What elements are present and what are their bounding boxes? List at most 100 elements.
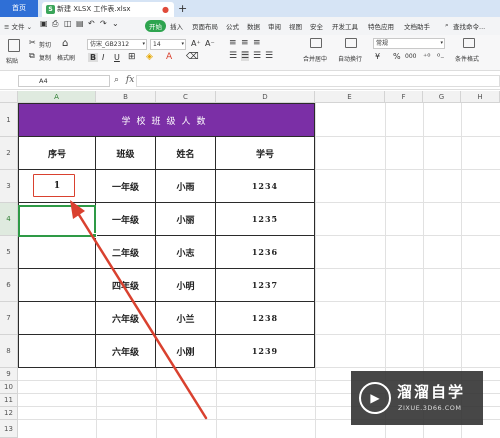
header-cell-student-id[interactable]: 学号 — [216, 137, 315, 170]
increase-font-icon[interactable]: A⁺ — [191, 39, 201, 48]
fill-color-icon[interactable]: ◈ — [146, 52, 153, 62]
border-icon[interactable]: ⊞ — [128, 52, 136, 62]
row-header-3[interactable]: 3 — [0, 170, 18, 203]
font-color-icon[interactable]: A — [166, 52, 172, 62]
preview-icon[interactable]: ◫ — [64, 19, 72, 28]
table-cell[interactable]: 小雨 — [156, 170, 216, 203]
table-cell[interactable]: 小兰 — [156, 302, 216, 335]
name-box[interactable]: A4 — [18, 75, 110, 87]
table-cell[interactable]: 1236 — [216, 236, 315, 269]
print-icon[interactable]: ⎙ — [52, 19, 58, 29]
document-tab[interactable]: S 新建 XLSX 工作表.xlsx ● — [42, 2, 174, 17]
search-icon[interactable]: ⌕ — [445, 21, 449, 30]
column-header-d[interactable]: D — [216, 91, 315, 103]
menu-item-page-layout[interactable]: 页面布局 — [192, 21, 218, 31]
row-header-10[interactable]: 10 — [0, 381, 18, 394]
copy-button[interactable]: 复制 — [39, 53, 51, 62]
menu-item-home[interactable]: 开始 — [145, 20, 166, 32]
row-header-2[interactable]: 2 — [0, 137, 18, 170]
underline-button[interactable]: U — [114, 53, 120, 62]
wrap-text-icon[interactable] — [345, 38, 357, 48]
table-cell[interactable]: 小丽 — [156, 203, 216, 236]
table-cell[interactable]: 六年级 — [96, 335, 156, 368]
table-cell[interactable]: 二年级 — [96, 236, 156, 269]
menu-item-features[interactable]: 特色应用 — [368, 21, 394, 31]
column-header-g[interactable]: G — [423, 91, 461, 103]
table-cell[interactable]: 1235 — [216, 203, 315, 236]
table-cell[interactable] — [18, 302, 96, 335]
table-cell[interactable]: 1234 — [216, 170, 315, 203]
export-icon[interactable]: ▤ — [76, 19, 84, 28]
undo-icon[interactable]: ↶ — [88, 19, 95, 28]
cut-button[interactable]: 剪切 — [39, 40, 51, 49]
decrease-font-icon[interactable]: A⁻ — [205, 39, 215, 48]
home-tab[interactable]: 首页 — [0, 0, 38, 17]
table-cell[interactable] — [18, 269, 96, 302]
active-cell-selection[interactable] — [18, 205, 97, 238]
header-cell-index[interactable]: 序号 — [18, 137, 96, 170]
menu-item-review[interactable]: 审阅 — [268, 21, 281, 31]
menu-item-developer[interactable]: 开发工具 — [332, 21, 358, 31]
table-title-cell[interactable]: 学校班级人数 — [18, 103, 315, 137]
wrap-text-button[interactable]: 自动换行 — [338, 54, 362, 63]
row-header-1[interactable]: 1 — [0, 103, 18, 137]
row-header-5[interactable]: 5 — [0, 236, 18, 269]
row-header-6[interactable]: 6 — [0, 269, 18, 302]
command-search[interactable]: 查找命令... — [453, 21, 485, 31]
font-name-select[interactable]: 仿宋_GB2312 ▾ — [87, 39, 147, 50]
menu-item-doc-assistant[interactable]: 文档助手 — [404, 21, 430, 31]
align-center-icon[interactable]: ☰ — [241, 51, 250, 61]
conditional-format-button[interactable]: 条件格式 — [455, 54, 479, 63]
align-right-icon[interactable]: ☰ — [253, 51, 261, 61]
cut-icon[interactable]: ✂ — [29, 38, 36, 47]
close-icon[interactable]: ● — [162, 2, 169, 17]
table-cell[interactable]: 六年级 — [96, 302, 156, 335]
increase-decimal-icon[interactable]: ⁺⁰ — [423, 52, 430, 61]
column-header-e[interactable]: E — [315, 91, 385, 103]
column-header-c[interactable]: C — [156, 91, 216, 103]
align-top-icon[interactable]: ≡ — [229, 38, 237, 48]
paste-icon[interactable] — [8, 39, 20, 52]
menu-item-insert[interactable]: 插入 — [170, 21, 183, 31]
table-cell[interactable]: 1237 — [216, 269, 315, 302]
conditional-format-icon[interactable] — [463, 38, 475, 48]
table-cell[interactable]: 小志 — [156, 236, 216, 269]
row-header-8[interactable]: 8 — [0, 335, 18, 368]
header-cell-name[interactable]: 姓名 — [156, 137, 216, 170]
file-menu[interactable]: ≡ 文件 ⌄ — [4, 21, 32, 31]
table-cell[interactable]: 一年级 — [96, 203, 156, 236]
table-cell[interactable] — [18, 236, 96, 269]
save-icon[interactable]: ▣ — [40, 19, 48, 28]
format-painter-button[interactable]: 格式刷 — [57, 53, 75, 62]
new-tab-button[interactable]: + — [178, 0, 187, 17]
percent-button[interactable]: % — [393, 52, 401, 61]
thousands-button[interactable]: 000 — [405, 53, 416, 60]
bold-button[interactable]: B — [88, 53, 99, 62]
align-left-icon[interactable]: ☰ — [229, 51, 237, 61]
column-header-b[interactable]: B — [96, 91, 156, 103]
align-middle-icon[interactable]: ≡ — [241, 38, 249, 48]
redo-icon[interactable]: ↷ — [100, 19, 107, 28]
italic-button[interactable]: I — [102, 53, 104, 62]
table-cell[interactable] — [18, 335, 96, 368]
table-cell[interactable]: 1238 — [216, 302, 315, 335]
decrease-decimal-icon[interactable]: ⁰₋ — [437, 52, 444, 61]
merge-center-icon[interactable] — [310, 38, 322, 48]
row-header-4[interactable]: 4 — [0, 203, 18, 236]
column-header-a[interactable]: A — [18, 91, 96, 103]
row-header-12[interactable]: 12 — [0, 407, 18, 420]
clear-format-icon[interactable]: ⌫ — [186, 52, 199, 62]
menu-item-security[interactable]: 安全 — [310, 21, 323, 31]
fill-handle[interactable] — [92, 233, 97, 238]
fx-icon[interactable]: fx — [126, 75, 134, 85]
paste-button[interactable]: 粘贴 — [6, 56, 18, 65]
table-cell[interactable]: 一年级 — [96, 170, 156, 203]
more-icon[interactable]: ⌄ — [112, 19, 119, 28]
menu-item-view[interactable]: 视图 — [289, 21, 302, 31]
header-cell-class[interactable]: 班级 — [96, 137, 156, 170]
menu-item-data[interactable]: 数据 — [247, 21, 260, 31]
column-header-h[interactable]: H — [461, 91, 500, 103]
font-size-select[interactable]: 14 ▾ — [150, 39, 186, 50]
select-all-corner[interactable] — [0, 91, 18, 103]
table-cell[interactable]: 小明 — [156, 269, 216, 302]
